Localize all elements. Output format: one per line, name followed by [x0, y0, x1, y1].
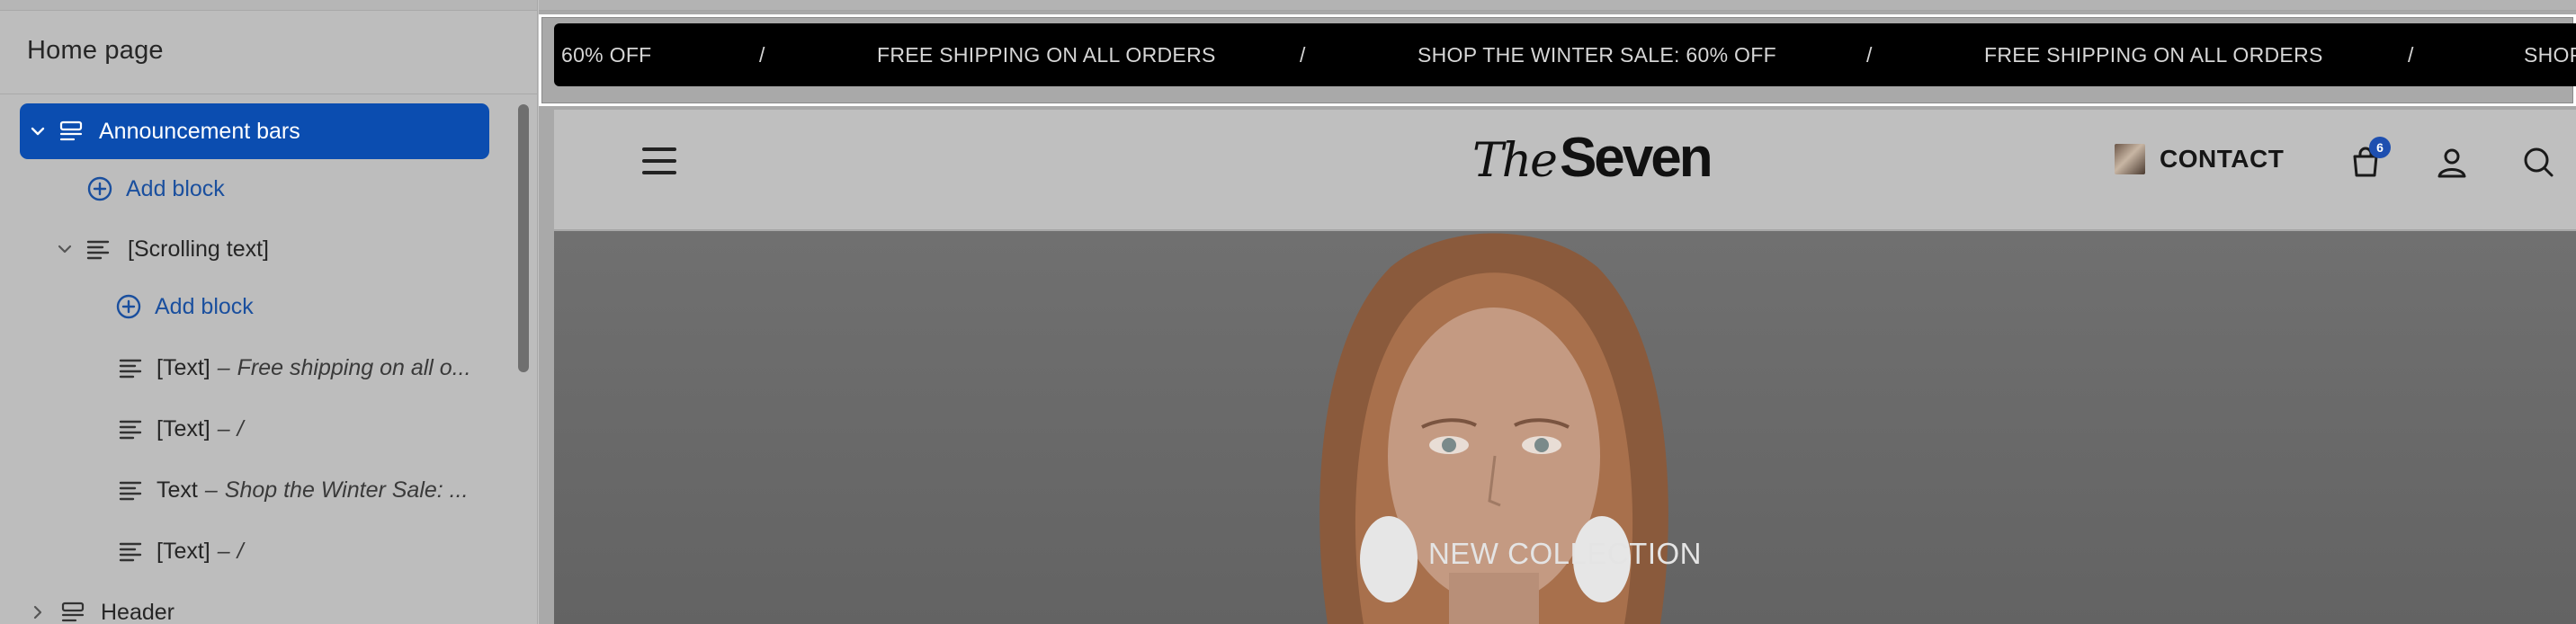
- tree-item-announcement-bars[interactable]: Announcement bars: [20, 103, 489, 159]
- chevron-right-icon[interactable]: [27, 602, 49, 623]
- hero-caption: NEW COLLECTION: [1427, 537, 1703, 570]
- text-lines-icon: [117, 415, 144, 442]
- add-block-button[interactable]: Add block: [86, 161, 225, 217]
- plus-circle-icon: [115, 293, 142, 320]
- cart-count-badge: 6: [2369, 137, 2391, 158]
- announcement-separator: /: [1866, 43, 1873, 67]
- tree-item-text-block[interactable]: Text – Shop the Winter Sale: ...: [117, 462, 469, 518]
- dash: –: [217, 538, 230, 564]
- page-title: Home page: [27, 36, 164, 65]
- plus-circle-icon: [86, 175, 113, 202]
- store-logo[interactable]: The Seven: [1472, 126, 1713, 198]
- text-lines-icon: [117, 538, 144, 565]
- tree-item-label: Announcement bars: [99, 118, 300, 144]
- section-icon: [59, 599, 86, 624]
- cart-icon[interactable]: 6: [2346, 137, 2391, 182]
- tree-item-suffix: /: [237, 415, 244, 441]
- tree-item-text-block[interactable]: [Text] – /: [117, 401, 244, 457]
- text-lines-icon: [117, 477, 144, 504]
- logo-the: The: [1472, 134, 1558, 188]
- announcement-text: SHOP THE WINTER SALE: 60% OFF: [1418, 43, 1776, 67]
- contact-thumbnail: [2115, 144, 2145, 174]
- announcement-separator: /: [759, 43, 765, 67]
- tree-item-label: [Scrolling text]: [128, 236, 270, 262]
- editor-sidebar: Home page Announcement bars Add block [S…: [0, 0, 538, 624]
- tree-item-scrolling-text[interactable]: [Scrolling text]: [54, 221, 269, 277]
- announcement-text: 60% OFF: [561, 43, 652, 67]
- preview-top-border: [539, 0, 2576, 11]
- menu-icon[interactable]: [642, 146, 678, 176]
- contact-link[interactable]: CONTACT: [2115, 144, 2284, 174]
- contact-label: CONTACT: [2160, 145, 2285, 173]
- announcement-separator: /: [2408, 43, 2414, 67]
- tree-item-suffix: Free shipping on all o...: [237, 354, 471, 380]
- dash: –: [217, 415, 230, 441]
- account-icon[interactable]: [2432, 142, 2472, 182]
- tree-item-text-block[interactable]: [Text] – Free shipping on all o...: [117, 340, 471, 396]
- search-icon[interactable]: [2518, 142, 2558, 182]
- store-header: The Seven CONTACT 6: [554, 110, 2576, 230]
- tree-item-label: [Text]: [157, 538, 210, 564]
- tree-item-label: [Text]: [157, 415, 210, 441]
- add-block-label: Add block: [155, 293, 254, 319]
- hero-banner[interactable]: NEW COLLECTION: [554, 231, 2576, 624]
- announcement-text: SHOP: [2524, 43, 2576, 67]
- tree-item-text-block[interactable]: [Text] – /: [117, 523, 244, 579]
- tree-item-header[interactable]: Header: [27, 584, 174, 624]
- tree-item-suffix: /: [237, 538, 244, 564]
- section-icon: [58, 118, 85, 145]
- panel-top-border: [0, 0, 537, 11]
- announcement-bar[interactable]: 60% OFF / FREE SHIPPING ON ALL ORDERS / …: [554, 23, 2576, 86]
- announcement-separator: /: [1300, 43, 1306, 67]
- logo-seven: Seven: [1559, 127, 1713, 189]
- announcement-text: FREE SHIPPING ON ALL ORDERS: [877, 43, 1216, 67]
- tree-item-label: Header: [101, 599, 174, 624]
- theme-preview: 60% OFF / FREE SHIPPING ON ALL ORDERS / …: [539, 0, 2576, 624]
- add-block-label: Add block: [126, 175, 225, 201]
- tree-item-suffix: Shop the Winter Sale: ...: [224, 477, 469, 503]
- text-lines-icon: [117, 354, 144, 381]
- dash: –: [217, 354, 230, 380]
- scrollbar-thumb[interactable]: [518, 104, 529, 372]
- text-lines-icon: [85, 236, 112, 263]
- chevron-down-icon[interactable]: [27, 120, 49, 142]
- dash: –: [204, 477, 218, 503]
- tree-item-label: Text: [157, 477, 198, 503]
- add-block-button[interactable]: Add block: [115, 279, 254, 334]
- chevron-down-icon[interactable]: [54, 238, 76, 260]
- tree-item-label: [Text]: [157, 354, 210, 380]
- announcement-text: FREE SHIPPING ON ALL ORDERS: [1984, 43, 2323, 67]
